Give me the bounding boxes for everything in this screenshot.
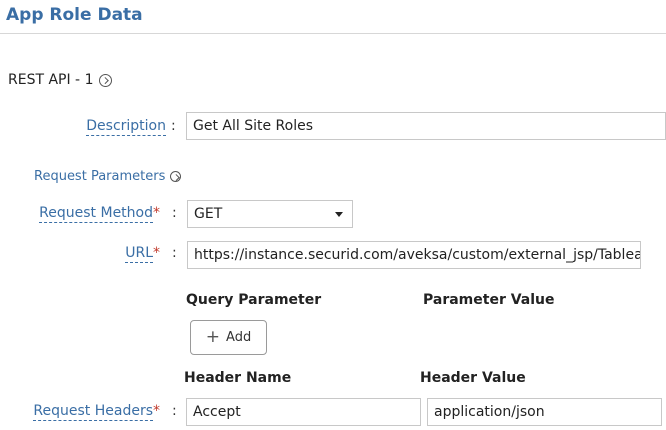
add-query-parameter-button[interactable]: + Add [190, 320, 267, 355]
section-rest-api[interactable]: REST API - 1 [8, 72, 113, 88]
description-label: Description [86, 118, 166, 136]
description-colon: : [171, 118, 176, 134]
required-marker: * [153, 245, 160, 261]
request-headers-colon: : [172, 403, 177, 419]
query-parameter-header: Query Parameter [186, 292, 322, 308]
url-label-text: URL [125, 245, 153, 263]
header-value-value: application/json [434, 404, 545, 420]
required-marker: * [153, 403, 160, 419]
add-button-label: Add [226, 330, 252, 345]
header-name-value: Accept [193, 404, 241, 420]
required-marker: * [153, 205, 160, 221]
header-value-field[interactable]: application/json [427, 398, 662, 426]
url-label: URL* [125, 245, 160, 263]
request-method-label-text: Request Method [39, 205, 153, 223]
section-title: REST API - 1 [8, 72, 94, 88]
description-field[interactable]: Get All Site Roles [186, 112, 666, 140]
description-value: Get All Site Roles [193, 118, 313, 134]
request-headers-label: Request Headers* [33, 403, 160, 421]
request-method-colon: : [172, 205, 177, 221]
chevron-right-circle-icon[interactable] [99, 73, 113, 87]
page-title: App Role Data [6, 5, 143, 25]
request-headers-label-text: Request Headers [33, 403, 153, 421]
request-parameters-label: Request Parameters [34, 169, 166, 184]
url-field[interactable]: https://instance.securid.com/aveksa/cust… [187, 241, 641, 269]
header-value-header: Header Value [420, 370, 526, 386]
request-method-select[interactable]: GET [187, 200, 353, 228]
chevron-down-icon [335, 212, 343, 217]
url-value: https://instance.securid.com/aveksa/cust… [194, 247, 641, 263]
chevron-right-circle-icon[interactable] [170, 171, 182, 182]
url-colon: : [172, 245, 177, 261]
request-parameters-toggle[interactable]: Request Parameters [34, 169, 182, 184]
parameter-value-header: Parameter Value [423, 292, 555, 308]
header-name-header: Header Name [184, 370, 292, 386]
title-divider [0, 33, 666, 34]
request-method-value: GET [194, 206, 223, 222]
description-label-text: Description [86, 118, 166, 136]
request-method-label: Request Method* [39, 205, 160, 223]
header-name-field[interactable]: Accept [186, 398, 421, 426]
plus-icon: + [205, 327, 221, 347]
